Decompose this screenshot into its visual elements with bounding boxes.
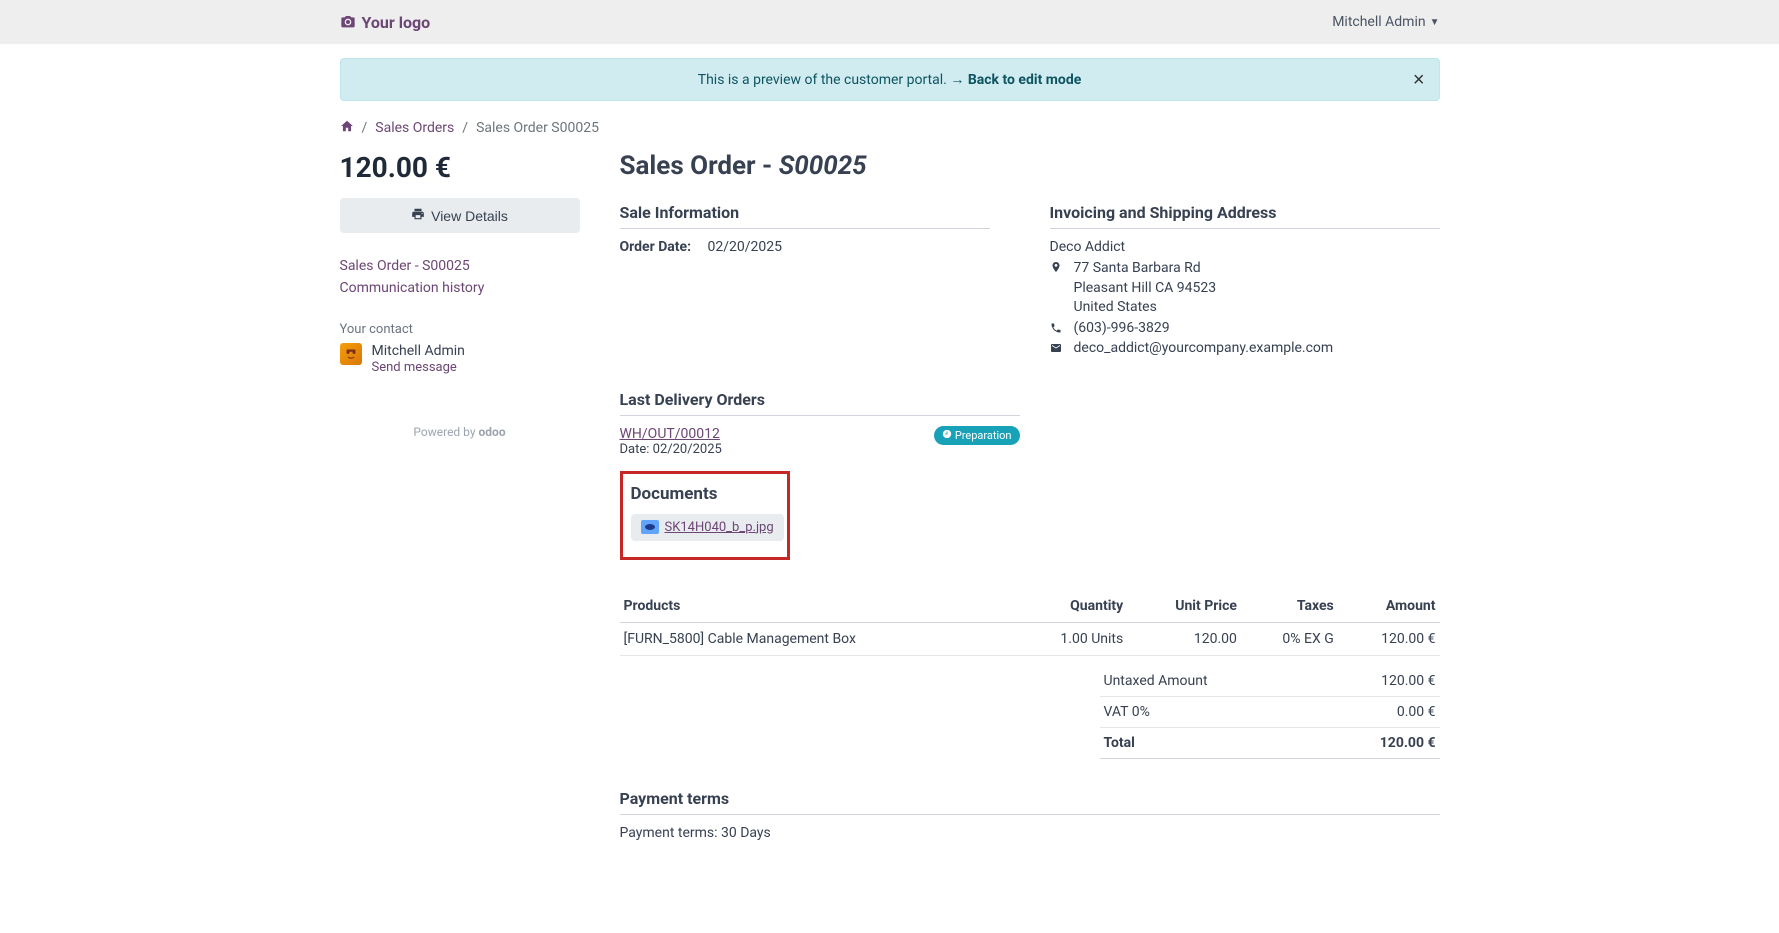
close-icon: × xyxy=(1413,69,1425,91)
address-street: 77 Santa Barbara Rd xyxy=(1074,259,1217,279)
order-date-label: Order Date: xyxy=(620,239,700,255)
sidebar-link-order[interactable]: Sales Order - S00025 xyxy=(340,255,580,277)
breadcrumb-current: Sales Order S00025 xyxy=(476,120,599,136)
logo[interactable]: Your logo xyxy=(340,13,431,32)
powered-by: Powered by odoo xyxy=(340,425,580,439)
logo-text: Your logo xyxy=(362,13,431,32)
untaxed-label: Untaxed Amount xyxy=(1104,673,1208,689)
th-amount: Amount xyxy=(1338,590,1440,623)
contact-card: Mitchell Admin Send message xyxy=(340,343,580,375)
badge-text: Preparation xyxy=(955,429,1012,442)
breadcrumb-home[interactable] xyxy=(340,119,354,137)
contact-label: Your contact xyxy=(340,322,580,337)
document-filename: SK14H040_b_p.jpg xyxy=(665,520,774,535)
table-row: [FURN_5800] Cable Management Box 1.00 Un… xyxy=(620,622,1440,655)
cell-amount: 120.00 € xyxy=(1338,622,1440,655)
topbar: Your logo Mitchell Admin ▼ xyxy=(0,0,1779,44)
delivery-heading: Last Delivery Orders xyxy=(620,390,1020,416)
breadcrumb-sep: / xyxy=(462,120,468,136)
untaxed-value: 120.00 € xyxy=(1381,673,1435,689)
documents-section-highlighted: Documents SK14H040_b_p.jpg xyxy=(620,471,790,560)
breadcrumb-sep: / xyxy=(362,120,368,136)
th-taxes: Taxes xyxy=(1241,590,1338,623)
view-details-label: View Details xyxy=(431,208,508,224)
vat-value: 0.00 € xyxy=(1397,704,1436,720)
cell-quantity: 1.00 Units xyxy=(1012,622,1127,655)
contact-name: Mitchell Admin xyxy=(372,343,465,359)
cell-taxes: 0% EX G xyxy=(1241,622,1338,655)
address-email: deco_addict@yourcompany.example.com xyxy=(1074,340,1334,356)
cell-product: [FURN_5800] Cable Management Box xyxy=(620,622,1012,655)
send-message-link[interactable]: Send message xyxy=(372,360,457,375)
address-city: Pleasant Hill CA 94523 xyxy=(1074,279,1217,299)
map-marker-icon xyxy=(1050,261,1064,277)
order-date-value: 02/20/2025 xyxy=(708,239,783,255)
arrow-right-icon: → xyxy=(950,72,967,88)
print-icon xyxy=(411,207,425,224)
sidebar-link-history[interactable]: Communication history xyxy=(340,277,580,299)
vat-label: VAT 0% xyxy=(1104,704,1150,720)
preview-alert: This is a preview of the customer portal… xyxy=(340,58,1440,101)
th-quantity: Quantity xyxy=(1012,590,1127,623)
document-chip[interactable]: SK14H040_b_p.jpg xyxy=(631,514,784,541)
cell-unit-price: 120.00 xyxy=(1127,622,1241,655)
clock-icon xyxy=(942,429,952,442)
total-value: 120.00 € xyxy=(1380,735,1436,751)
envelope-icon xyxy=(1050,342,1064,358)
payment-heading: Payment terms xyxy=(620,789,1440,815)
payment-terms-text: Payment terms: 30 Days xyxy=(620,825,1440,841)
home-icon xyxy=(340,121,354,137)
sidebar: 120.00 € View Details Sales Order - S000… xyxy=(340,151,580,841)
odoo-logo-text: odoo xyxy=(479,425,506,439)
th-products: Products xyxy=(620,590,1012,623)
products-table: Products Quantity Unit Price Taxes Amoun… xyxy=(620,590,1440,656)
page-title: Sales Order - S00025 xyxy=(620,151,1440,181)
totals: Untaxed Amount 120.00 € VAT 0% 0.00 € To… xyxy=(1100,666,1440,759)
order-total-price: 120.00 € xyxy=(340,151,580,184)
camera-icon xyxy=(340,14,356,30)
total-label: Total xyxy=(1104,735,1135,751)
documents-heading: Documents xyxy=(631,484,775,504)
breadcrumb-sales-orders[interactable]: Sales Orders xyxy=(375,120,454,136)
back-to-edit-link[interactable]: Back to edit mode xyxy=(968,72,1081,88)
delivery-date-value: 02/20/2025 xyxy=(653,442,722,457)
avatar xyxy=(340,343,362,365)
address-country: United States xyxy=(1074,298,1217,318)
user-name: Mitchell Admin xyxy=(1332,14,1425,30)
address-phone: (603)-996-3829 xyxy=(1074,320,1170,336)
breadcrumb: / Sales Orders / Sales Order S00025 xyxy=(340,119,1440,137)
delivery-date-label: Date: xyxy=(620,442,650,457)
document-thumbnail xyxy=(641,520,659,534)
th-unit-price: Unit Price xyxy=(1127,590,1241,623)
address-heading: Invoicing and Shipping Address xyxy=(1050,203,1440,229)
alert-text: This is a preview of the customer portal… xyxy=(698,72,951,88)
phone-icon xyxy=(1050,322,1064,338)
caret-down-icon: ▼ xyxy=(1430,17,1440,28)
view-details-button[interactable]: View Details xyxy=(340,198,580,233)
status-badge: Preparation xyxy=(934,426,1020,445)
user-menu[interactable]: Mitchell Admin ▼ xyxy=(1332,14,1439,30)
close-alert-button[interactable]: × xyxy=(1413,69,1425,92)
sale-info-heading: Sale Information xyxy=(620,203,990,229)
address-name: Deco Addict xyxy=(1050,239,1440,255)
main-content: Sales Order - S00025 Sale Information Or… xyxy=(620,151,1440,841)
delivery-ref-link[interactable]: WH/OUT/00012 xyxy=(620,426,720,442)
